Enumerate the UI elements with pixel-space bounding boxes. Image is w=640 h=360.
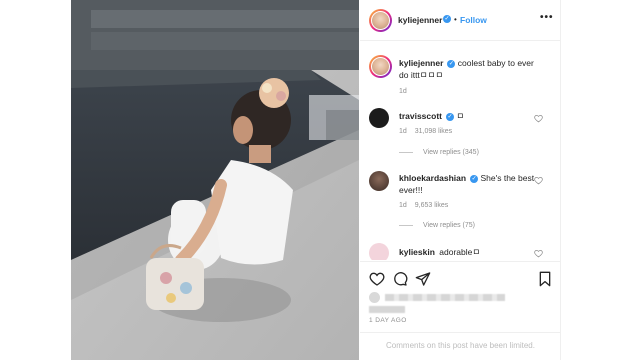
verified-badge-icon: ✓ — [447, 59, 456, 68]
comment-username[interactable]: travisscott — [399, 111, 442, 121]
commenter-avatar[interactable] — [369, 108, 389, 128]
post-timestamp[interactable]: 1 DAY AGO — [369, 317, 407, 324]
view-replies-button[interactable]: View replies (345) — [399, 149, 479, 156]
comment-text: ㅁ — [456, 111, 465, 121]
heart-icon[interactable] — [369, 271, 385, 287]
comment-like-heart-icon[interactable] — [534, 176, 543, 185]
liked-by-blurred — [369, 292, 509, 303]
comment-username[interactable]: kylieskin — [399, 247, 435, 257]
post-sidebar: kyliejenner ✓ • Follow ••• kyliejenner ✓ … — [360, 0, 561, 360]
comment-time: 1d — [399, 202, 407, 209]
author-avatar[interactable] — [369, 9, 392, 32]
verified-badge-icon: ✓ — [470, 174, 479, 183]
post-image[interactable] — [71, 0, 359, 360]
liker-avatar — [369, 292, 380, 303]
view-replies-button[interactable]: View replies (75) — [399, 222, 475, 229]
post-actions — [360, 261, 561, 295]
comment-likes[interactable]: 9,653 likes — [415, 202, 448, 209]
comments-limited-notice: Comments on this post have been limited. — [360, 332, 561, 360]
comment-icon[interactable] — [392, 271, 408, 287]
comments-list[interactable]: kyliejenner ✓ coolest baby to ever do itt… — [360, 42, 561, 260]
follow-separator: • — [454, 15, 457, 24]
likes-count-blurred — [369, 306, 405, 313]
author-username[interactable]: kyliejenner — [398, 15, 442, 25]
verified-badge-icon: ✓ — [443, 15, 451, 23]
replies-divider — [399, 224, 413, 226]
comment-likes[interactable]: 31,098 likes — [415, 128, 452, 135]
comment-text: adorableㅁ — [439, 247, 481, 257]
liked-by-text — [385, 294, 505, 301]
share-icon[interactable] — [415, 271, 431, 287]
caption-meta: 1d — [399, 88, 413, 95]
bookmark-icon[interactable] — [537, 271, 553, 287]
comment-time: 1d — [399, 128, 407, 135]
caption-time: 1d — [399, 88, 407, 95]
more-options-icon[interactable]: ••• — [540, 12, 554, 23]
follow-button[interactable]: Follow — [460, 15, 487, 25]
commenter-avatar[interactable] — [369, 171, 389, 191]
post-photo — [71, 0, 359, 360]
comment-like-heart-icon[interactable] — [534, 114, 543, 123]
comment-like-heart-icon[interactable] — [534, 249, 543, 258]
caption-username[interactable]: kyliejenner — [399, 58, 443, 68]
comment-username[interactable]: khloekardashian — [399, 173, 466, 183]
commenter-avatar[interactable] — [369, 243, 389, 260]
caption-avatar[interactable] — [369, 55, 392, 78]
post-header: kyliejenner ✓ • Follow ••• — [360, 0, 561, 41]
verified-badge-icon: ✓ — [446, 112, 454, 121]
replies-divider — [399, 151, 413, 153]
